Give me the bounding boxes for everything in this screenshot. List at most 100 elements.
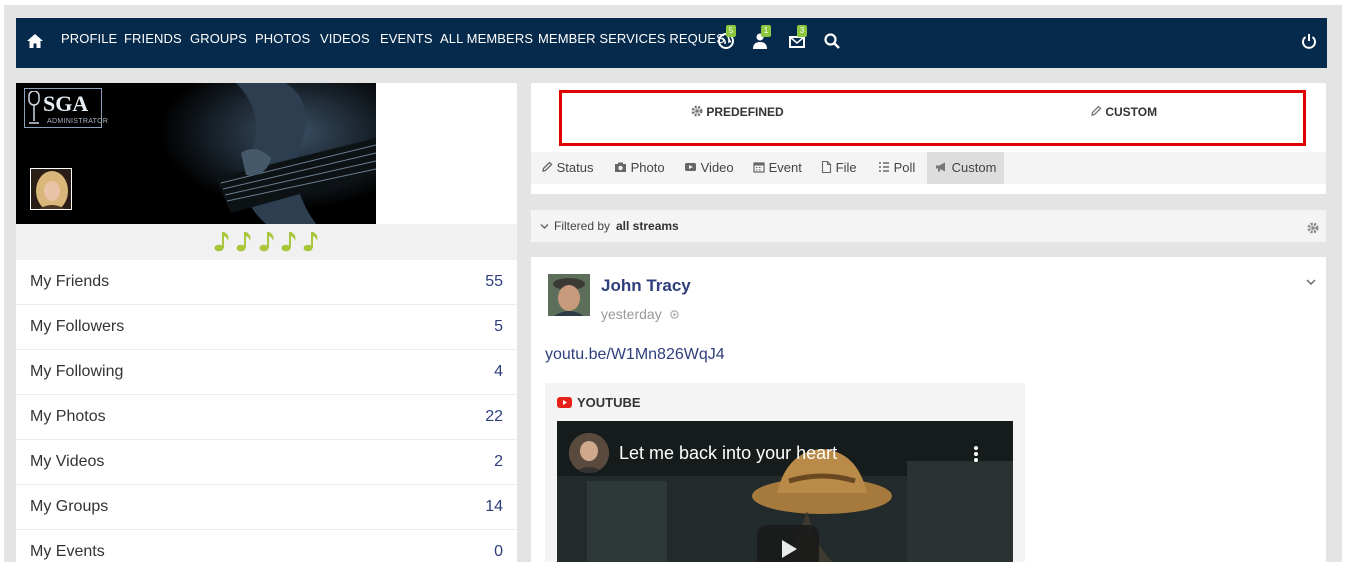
sidebar-item-count: 5 [494, 318, 503, 335]
channel-avatar-image [569, 433, 609, 473]
music-note-icon [281, 232, 296, 252]
channel-avatar[interactable] [569, 433, 609, 473]
sidebar-item-label: My Following [30, 363, 124, 380]
sidebar-item-photos[interactable]: My Photos 22 [16, 395, 517, 440]
tab-label: Event [768, 160, 802, 175]
video-title[interactable]: Let me back into your heart [619, 443, 837, 464]
tab-label: Custom [951, 160, 997, 175]
tab-video[interactable]: Video [676, 152, 742, 184]
nav-events[interactable]: EVENTS [380, 18, 433, 68]
nav-friends[interactable]: FRIENDS [124, 18, 182, 68]
tab-label: Photo [630, 160, 665, 175]
profile-cover: SGA ADMINISTRATOR [16, 83, 376, 224]
globe-icon [670, 310, 679, 319]
tab-label: File [835, 160, 857, 175]
filter-prefix: Filtered by [554, 219, 611, 233]
nav-groups[interactable]: GROUPS [190, 18, 247, 68]
list-icon [879, 162, 889, 172]
composer-mode-highlight [559, 90, 1306, 146]
sidebar-item-label: My Followers [30, 318, 125, 335]
nav-member-services-request[interactable]: MEMBER SERVICES REQUEST [538, 18, 733, 68]
more-options-icon[interactable] [973, 445, 979, 463]
tab-status[interactable]: Status [533, 152, 601, 184]
nav-videos[interactable]: VIDEOS [320, 18, 370, 68]
rating-notes [16, 224, 517, 260]
sidebar-item-friends[interactable]: My Friends 55 [16, 260, 517, 305]
custom-mode-button[interactable]: CUSTOM [1090, 105, 1157, 119]
tab-label: Status [556, 160, 594, 175]
tab-label: Video [700, 160, 734, 175]
sga-logo: SGA ADMINISTRATOR [24, 88, 108, 128]
youtube-embed-card: YOUTUBE Let me back into your heart [545, 383, 1025, 562]
composer-tabs: Status Photo Video Event File Poll Custo… [531, 152, 1326, 184]
sidebar-item-groups[interactable]: My Groups 14 [16, 485, 517, 530]
nav-photos[interactable]: PHOTOS [255, 18, 310, 68]
play-icon [782, 540, 797, 558]
avatar-image [31, 169, 71, 209]
cover-side-panel [376, 83, 517, 224]
messages-button[interactable]: 3 [788, 25, 807, 50]
top-navigation-bar: PROFILE FRIENDS GROUPS PHOTOS VIDEOS EVE… [16, 18, 1327, 68]
video-player[interactable]: Let me back into your heart [557, 421, 1013, 562]
music-note-icon [236, 232, 251, 252]
camera-icon [615, 162, 626, 172]
tab-label: Poll [893, 160, 916, 175]
sidebar-item-count: 22 [485, 408, 503, 425]
notifications-badge: 5 [726, 25, 736, 37]
megaphone-icon [936, 162, 945, 172]
sidebar-item-label: My Friends [30, 273, 110, 290]
chevron-down-icon [540, 224, 549, 229]
video-icon [685, 163, 696, 171]
embed-source-label: YOUTUBE [577, 395, 641, 410]
sidebar-item-count: 0 [494, 543, 503, 560]
tab-photo[interactable]: Photo [606, 152, 673, 184]
messages-badge: 3 [797, 25, 807, 37]
friend-requests-badge: 1 [761, 25, 771, 37]
notifications-button[interactable]: 5 [717, 25, 736, 50]
friend-requests-button[interactable]: 1 [752, 25, 771, 50]
sidebar-item-count: 2 [494, 453, 503, 470]
sidebar-item-count: 4 [494, 363, 503, 380]
tab-poll[interactable]: Poll [870, 152, 923, 184]
logo-text: SGA [43, 91, 89, 116]
sidebar-item-count: 14 [485, 498, 503, 515]
post-link[interactable]: youtu.be/W1Mn826WqJ4 [545, 346, 725, 364]
search-icon[interactable] [823, 32, 841, 50]
pencil-icon [1091, 105, 1102, 116]
music-note-icon [214, 232, 229, 252]
home-icon[interactable] [26, 32, 44, 50]
sidebar-item-videos[interactable]: My Videos 2 [16, 440, 517, 485]
logo-subtitle: ADMINISTRATOR [47, 118, 109, 125]
gear-icon [691, 105, 703, 117]
sidebar-item-followers[interactable]: My Followers 5 [16, 305, 517, 350]
author-name-link[interactable]: John Tracy [601, 276, 691, 296]
music-note-icon [259, 232, 273, 252]
file-icon [821, 160, 832, 174]
author-avatar[interactable] [548, 274, 590, 316]
tab-event[interactable]: Event [745, 152, 810, 184]
predefined-mode-button[interactable]: PREDEFINED [691, 105, 784, 119]
avatar[interactable] [30, 168, 72, 210]
play-button[interactable] [757, 525, 819, 562]
nav-profile[interactable]: PROFILE [61, 18, 117, 68]
stream-filter-bar[interactable]: Filtered by all streams [531, 210, 1326, 242]
sidebar-item-label: My Photos [30, 408, 106, 425]
power-icon[interactable] [1300, 32, 1318, 50]
post-timestamp[interactable]: yesterday [601, 306, 662, 322]
stream-post: John Tracy yesterday youtu.be/W1Mn826WqJ… [531, 257, 1326, 562]
sidebar-item-label: My Events [30, 543, 105, 560]
gear-icon[interactable] [1307, 222, 1319, 234]
sidebar-item-label: My Videos [30, 453, 105, 470]
filter-value: all streams [616, 219, 679, 233]
sidebar-item-events[interactable]: My Events 0 [16, 530, 517, 562]
tab-file[interactable]: File [813, 152, 865, 184]
calendar-icon [753, 162, 765, 173]
author-avatar-image [548, 274, 590, 316]
custom-label: CUSTOM [1105, 105, 1158, 119]
tab-custom[interactable]: Custom [927, 152, 1005, 184]
nav-all-members[interactable]: ALL MEMBERS [440, 18, 533, 68]
sidebar-item-following[interactable]: My Following 4 [16, 350, 517, 395]
youtube-icon [557, 397, 572, 408]
chevron-down-icon[interactable] [1306, 277, 1316, 287]
microphone-icon [28, 91, 40, 124]
